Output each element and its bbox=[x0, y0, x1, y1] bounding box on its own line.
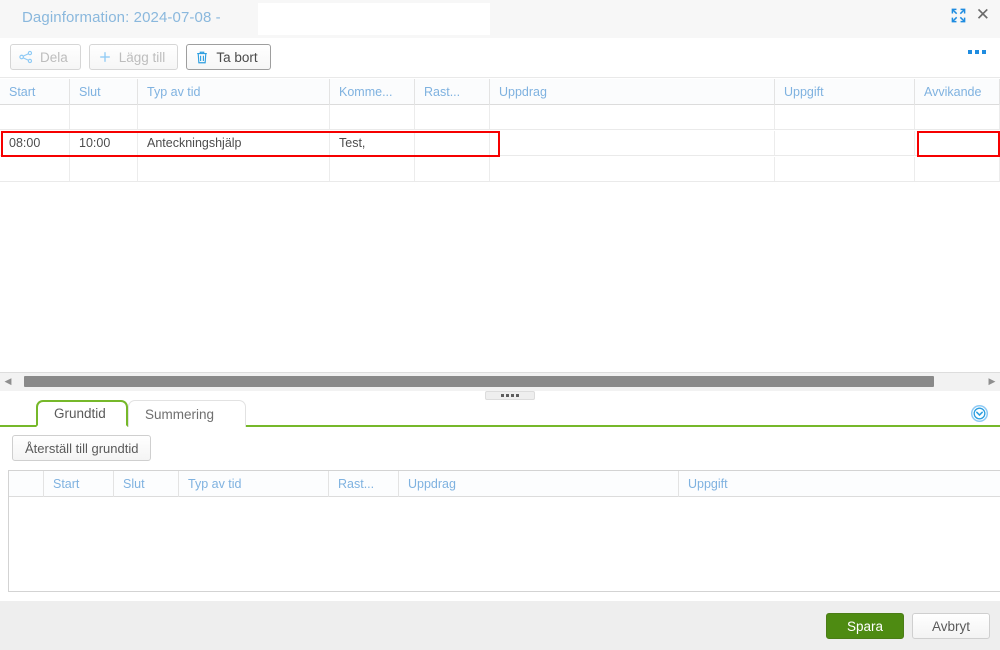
save-button[interactable]: Spara bbox=[826, 613, 904, 639]
title-redacted-area bbox=[258, 3, 490, 35]
table-row[interactable] bbox=[0, 157, 1000, 182]
add-button-label: Lägg till bbox=[118, 49, 166, 65]
time-entries-grid-body: 08:00 10:00 Anteckningshjälp Test, bbox=[0, 105, 1000, 372]
scrollbar-track[interactable] bbox=[16, 373, 984, 391]
table-cell[interactable] bbox=[70, 157, 138, 181]
table-cell[interactable] bbox=[490, 105, 775, 129]
table-cell[interactable] bbox=[775, 131, 915, 155]
table-cell[interactable] bbox=[415, 131, 490, 155]
table-cell[interactable] bbox=[915, 157, 1000, 181]
share-button-label: Dela bbox=[40, 49, 68, 65]
tab-grundtid[interactable]: Grundtid bbox=[36, 400, 128, 427]
basetime-column-header-uppgift[interactable]: Uppgift bbox=[679, 471, 1000, 497]
dialog-footer: Spara Avbryt bbox=[0, 601, 1000, 650]
maximize-icon[interactable] bbox=[951, 8, 966, 23]
cancel-button[interactable]: Avbryt bbox=[912, 613, 990, 639]
table-cell[interactable] bbox=[490, 157, 775, 181]
share-icon bbox=[19, 50, 33, 64]
basetime-column-header-start[interactable]: Start bbox=[44, 471, 114, 497]
table-cell[interactable]: Anteckningshjälp bbox=[138, 131, 330, 155]
scroll-left-icon[interactable]: ◀ bbox=[0, 373, 16, 391]
table-cell[interactable] bbox=[490, 131, 775, 155]
table-cell[interactable] bbox=[330, 105, 415, 129]
scrollbar-thumb[interactable] bbox=[24, 376, 934, 387]
table-cell[interactable] bbox=[0, 105, 70, 129]
column-header-uppdrag[interactable]: Uppdrag bbox=[490, 79, 775, 105]
daginformation-dialog: Daginformation: 2024-07-08 - ✕ Dela Lägg… bbox=[0, 0, 1000, 650]
dialog-toolbar: Dela Lägg till Ta bort bbox=[0, 38, 1000, 78]
column-header-rast[interactable]: Rast... bbox=[415, 79, 490, 105]
basetime-grid: Start Slut Typ av tid Rast... Uppdrag Uppgift bbox=[8, 470, 1000, 592]
resize-grip-icon[interactable] bbox=[485, 391, 535, 400]
basetime-column-header-slut[interactable]: Slut bbox=[114, 471, 179, 497]
dialog-titlebar: Daginformation: 2024-07-08 - ✕ bbox=[0, 0, 1000, 38]
table-row[interactable] bbox=[0, 105, 1000, 130]
chevron-down-circle-icon[interactable] bbox=[970, 404, 989, 423]
plus-icon bbox=[98, 50, 112, 64]
delete-button-label: Ta bort bbox=[216, 49, 258, 65]
table-cell[interactable] bbox=[0, 157, 70, 181]
time-entries-grid: Start Slut Typ av tid Komme... Rast... Uppdra… bbox=[0, 79, 1000, 373]
trash-icon bbox=[195, 50, 209, 65]
column-header-komme[interactable]: Komme... bbox=[330, 79, 415, 105]
table-cell[interactable] bbox=[330, 157, 415, 181]
basetime-grid-body bbox=[9, 497, 1000, 591]
add-button[interactable]: Lägg till bbox=[88, 44, 179, 70]
table-cell[interactable] bbox=[415, 105, 490, 129]
reset-button-wrap: Återställ till grundtid bbox=[12, 435, 152, 461]
delete-button[interactable]: Ta bort bbox=[186, 44, 271, 70]
basetime-column-header-uppdrag[interactable]: Uppdrag bbox=[399, 471, 679, 497]
basetime-column-header-rast[interactable]: Rast... bbox=[329, 471, 399, 497]
more-options-icon[interactable] bbox=[968, 50, 986, 54]
basetime-grid-header: Start Slut Typ av tid Rast... Uppdrag Uppgift bbox=[9, 471, 1000, 497]
toolbar-button-group: Dela Lägg till Ta bort bbox=[10, 44, 271, 70]
table-cell[interactable]: 08:00 bbox=[0, 131, 70, 155]
table-cell[interactable] bbox=[915, 105, 1000, 129]
page-title: Daginformation: 2024-07-08 - bbox=[22, 9, 221, 26]
table-cell[interactable] bbox=[775, 157, 915, 181]
table-cell[interactable] bbox=[775, 105, 915, 129]
column-header-start[interactable]: Start bbox=[0, 79, 70, 105]
column-header-uppgift[interactable]: Uppgift bbox=[775, 79, 915, 105]
lower-panel-tabstrip: Summering Grundtid bbox=[0, 400, 1000, 427]
lower-panel: Summering Grundtid Återställ till grundti… bbox=[0, 400, 1000, 600]
reset-to-basetime-button[interactable]: Återställ till grundtid bbox=[12, 435, 152, 461]
column-header-slut[interactable]: Slut bbox=[70, 79, 138, 105]
basetime-column-header-blank[interactable] bbox=[9, 471, 44, 497]
table-row[interactable]: 08:00 10:00 Anteckningshjälp Test, bbox=[0, 131, 1000, 156]
time-entries-grid-header: Start Slut Typ av tid Komme... Rast... Uppdra… bbox=[0, 79, 1000, 105]
table-cell[interactable] bbox=[915, 131, 1000, 155]
titlebar-controls: ✕ bbox=[951, 7, 990, 24]
table-cell[interactable]: Test, bbox=[330, 131, 415, 155]
basetime-column-header-typ-av-tid[interactable]: Typ av tid bbox=[179, 471, 329, 497]
table-cell[interactable] bbox=[138, 105, 330, 129]
close-icon[interactable]: ✕ bbox=[976, 7, 990, 24]
footer-button-group: Spara Avbryt bbox=[826, 613, 990, 639]
tab-summering[interactable]: Summering bbox=[128, 400, 246, 427]
column-header-typ-av-tid[interactable]: Typ av tid bbox=[138, 79, 330, 105]
grid-horizontal-scrollbar[interactable]: ◀ ▶ bbox=[0, 373, 1000, 391]
table-cell[interactable] bbox=[70, 105, 138, 129]
table-cell[interactable] bbox=[138, 157, 330, 181]
table-cell[interactable] bbox=[415, 157, 490, 181]
column-header-avvikande[interactable]: Avvikande bbox=[915, 79, 1000, 105]
table-cell[interactable]: 10:00 bbox=[70, 131, 138, 155]
share-button[interactable]: Dela bbox=[10, 44, 81, 70]
scroll-right-icon[interactable]: ▶ bbox=[984, 373, 1000, 391]
